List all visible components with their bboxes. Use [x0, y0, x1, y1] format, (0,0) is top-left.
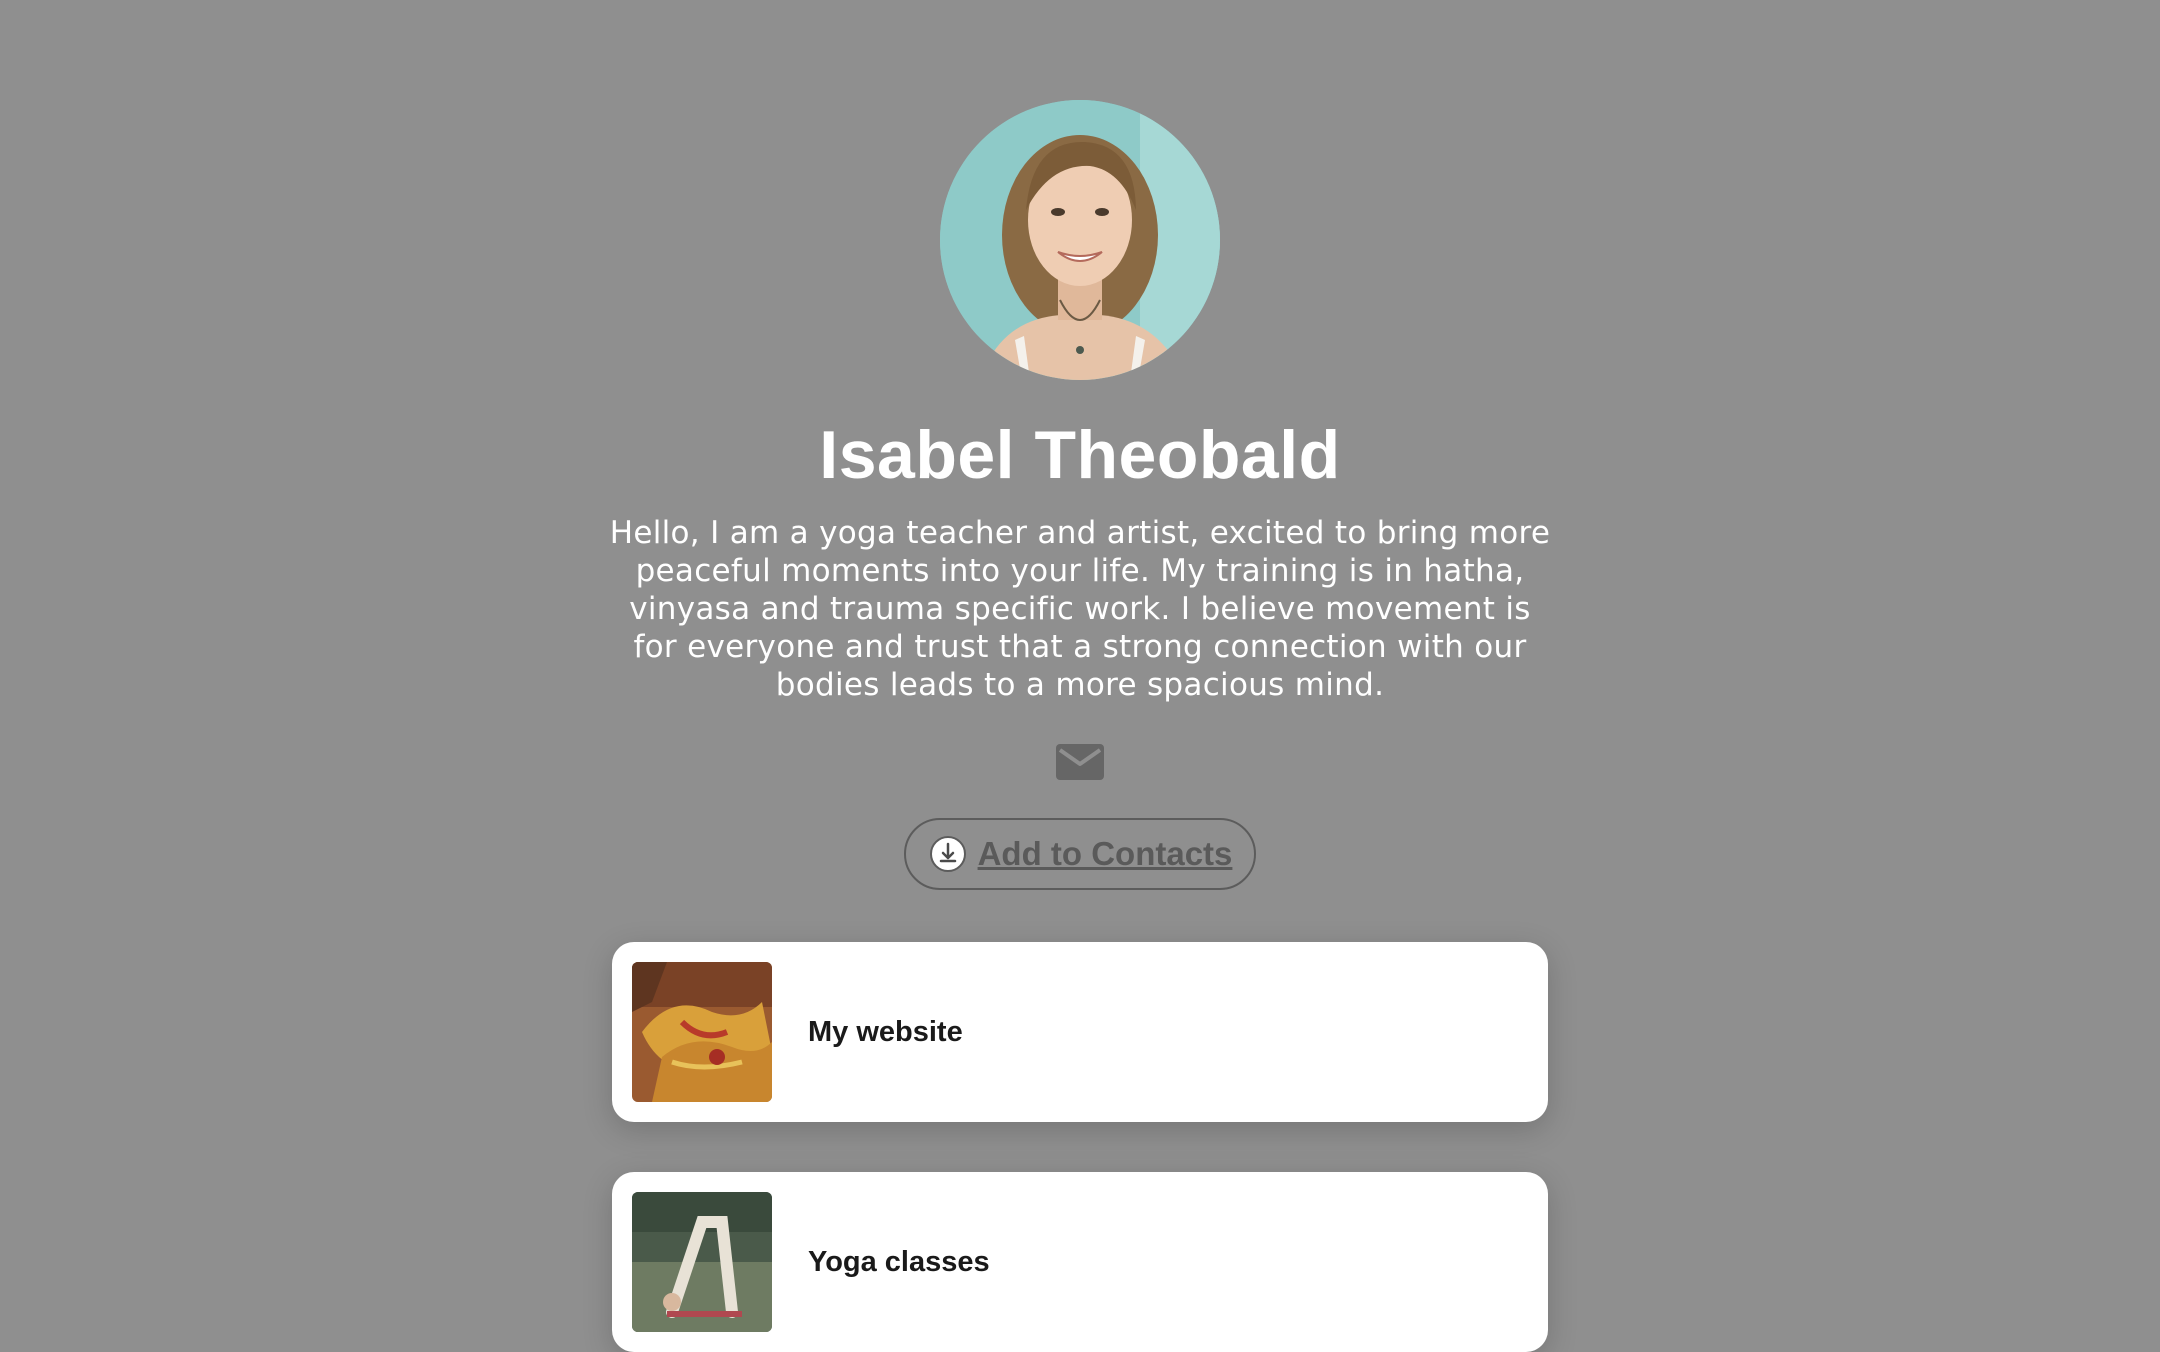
link-thumbnail [632, 1192, 772, 1332]
link-label: My website [808, 1016, 963, 1048]
link-label: Yoga classes [808, 1246, 990, 1278]
profile-page: Isabel Theobald Hello, I am a yoga teach… [0, 0, 2160, 1352]
profile-photo-image [940, 100, 1220, 380]
painted-hands-image [632, 962, 772, 1102]
link-card-my-website[interactable]: My website [612, 942, 1548, 1122]
yoga-pose-image [632, 1192, 772, 1332]
avatar [940, 100, 1220, 380]
link-thumbnail [632, 962, 772, 1102]
profile-name: Isabel Theobald [819, 417, 1341, 493]
add-to-contacts-button[interactable]: Add to Contacts [904, 818, 1256, 890]
add-to-contacts-label: Add to Contacts [977, 835, 1233, 872]
profile-bio: Hello, I am a yoga teacher and artist, e… [609, 515, 1551, 703]
mail-icon[interactable] [1054, 742, 1106, 782]
link-card-yoga-classes[interactable]: Yoga classes [612, 1172, 1548, 1352]
download-icon [929, 836, 966, 872]
